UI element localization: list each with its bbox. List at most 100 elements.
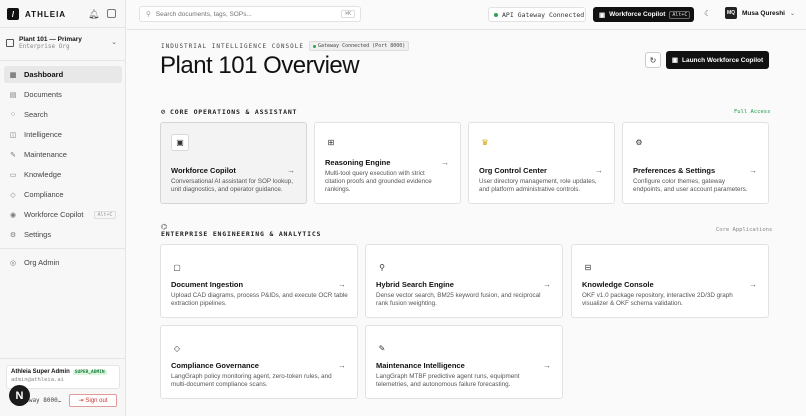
check-circle-icon: ⊘ [161,108,167,116]
refresh-icon: ↻ [649,55,657,65]
access-label: Full Access [734,109,771,115]
sidebar-item-intelligence[interactable]: ◫ Intelligence [4,126,122,143]
apps-label: Core Applications [716,227,773,233]
cpu-icon: ⊞ [327,138,335,147]
org-switcher[interactable]: Plant 101 — Primary Enterprise Org ⌄ [6,33,120,53]
card-compliance-governance[interactable]: ◇ Compliance Governance LangGraph policy… [160,325,358,399]
profile-name: Athleia Super Admin [11,369,70,375]
section-title: ENTERPRISE ENGINEERING & ANALYTICS [161,230,322,238]
sidebar-item-compliance[interactable]: ◇ Compliance [4,186,122,203]
sidebar-org-admin: ◎ Org Admin [4,254,122,274]
search-icon: ⚲ [146,11,151,18]
sidebar-item-search[interactable]: ○ Search [4,106,122,123]
search-icon: ⚲ [379,263,385,272]
sidebar-item-settings[interactable]: ⚙ Settings [4,226,122,243]
athleia-logo-icon: / [7,8,19,20]
chevron-down-icon: ⌄ [111,39,117,46]
kicker-label: INDUSTRIAL INTELLIGENCE CONSOLE [161,42,304,50]
divider [0,248,126,249]
arrow-right-icon: → [543,361,551,370]
refresh-button[interactable]: ↻ [645,52,661,68]
shortcut-badge: Alt+C [669,10,691,19]
user-name: Musa Qureshi [742,9,785,17]
collapse-sidebar-icon[interactable] [107,9,116,18]
card-maintenance-intelligence[interactable]: ✎ Maintenance Intelligence LangGraph MTB… [365,325,563,399]
card-description: Conversational AI assistant for SOP look… [171,178,294,193]
card-description: User directory management, role updates,… [479,178,597,193]
bot-icon: ▣ [599,11,606,19]
card-description: LangGraph policy monitoring agent, zero-… [171,373,332,388]
sidebar-nav: ▦ Dashboard ▤ Documents ○ Search ◫ Intel… [4,66,122,246]
card-reasoning-engine[interactable]: ⊞ Reasoning Engine Multi-tool query exec… [314,122,461,204]
org-admin-icon: ◎ [9,259,17,267]
shortcut-badge: ⌘K [340,10,355,18]
card-description: Upload CAD diagrams, process P&IDs, and … [171,292,348,307]
book-open-icon: ⊟ [584,263,592,272]
avatar[interactable]: N [9,385,30,406]
workforce-copilot-button[interactable]: ▣ Workforce Copilot Alt+C [593,7,694,22]
global-search[interactable]: ⚲ ⌘K [139,6,361,22]
divider [0,27,126,28]
brand[interactable]: / ATHLEIA [7,8,66,20]
document-icon: ▤ [9,91,17,99]
gear-icon: ⚙ [635,138,643,147]
shield-icon: ◇ [10,191,16,199]
sidebar-item-maintenance[interactable]: ✎ Maintenance [4,146,122,163]
card-workforce-copilot[interactable]: ▣ Workforce Copilot Conversational AI as… [160,122,307,204]
card-hybrid-search-engine[interactable]: ⚲ Hybrid Search Engine Dense vector sear… [365,244,563,318]
card-title: Workforce Copilot [171,166,236,175]
card-org-control-center[interactable]: ♛ Org Control Center User directory mana… [468,122,615,204]
card-preferences-settings[interactable]: ⚙ Preferences & Settings Configure color… [622,122,769,204]
page-kicker: INDUSTRIAL INTELLIGENCE CONSOLE Gateway … [161,41,410,51]
page-title: Plant 101 Overview [160,52,360,79]
sidebar-item-label: Documents [24,90,62,99]
sidebar: / ATHLEIA 🔔︎ Plant 101 — Primary Enterpr… [0,0,126,416]
sign-out-button[interactable]: ⇥ Sign out [69,394,117,407]
sidebar-item-workforce-copilot[interactable]: ◉ Workforce Copilot Alt+C [4,206,122,223]
bot-icon: ◉ [9,211,17,219]
arrow-right-icon: → [749,166,757,175]
api-status-badge: API Gateway Connected [488,7,586,22]
arrow-right-icon: → [441,158,449,167]
search-icon: ○ [10,111,16,118]
sign-out-label: Sign out [85,397,108,404]
sidebar-item-label: Org Admin [24,258,60,267]
divider [0,60,126,61]
bot-icon: ▣ [171,134,189,151]
card-description: Dense vector search, BM25 keyword fusion… [376,292,541,307]
sidebar-item-documents[interactable]: ▤ Documents [4,86,122,103]
sidebar-item-org-admin[interactable]: ◎ Org Admin [4,254,122,271]
card-document-ingestion[interactable]: ▢ Document Ingestion Upload CAD diagrams… [160,244,358,318]
arrow-right-icon: → [749,280,757,289]
sign-out-icon: ⇥ [78,398,84,404]
chevron-down-icon: ⌄ [789,10,796,17]
status-dot-icon [312,44,316,48]
divider [0,358,126,359]
sidebar-item-label: Workforce Copilot [24,210,84,219]
theme-toggle-moon-icon[interactable]: ☾ [704,9,711,18]
search-input[interactable] [155,10,326,18]
intelligence-icon: ◫ [9,131,17,139]
wrench-icon: ✎ [378,344,386,353]
upload-file-icon: ▢ [173,263,181,272]
launch-copilot-button[interactable]: ▣ Launch Workforce Copilot [666,51,769,69]
sidebar-item-label: Settings [24,230,52,239]
knowledge-icon: ▭ [9,171,17,179]
sidebar-item-dashboard[interactable]: ▦ Dashboard [4,66,122,83]
card-title: Org Control Center [479,166,547,175]
dashboard-icon: ▦ [9,71,17,79]
card-description: Configure color themes, gateway endpoints… [633,178,748,193]
user-menu[interactable]: MQ Musa Qureshi ⌄ [725,7,795,19]
gateway-badge-label: Gateway Connected (Port 8000) [317,43,406,49]
section-heading-engineering: ENTERPRISE ENGINEERING & ANALYTICS [161,230,321,238]
sidebar-item-label: Dashboard [24,70,64,79]
gateway-badge: Gateway Connected (Port 8000) [308,41,410,51]
status-dot-icon [494,12,498,17]
bell-icon[interactable]: 🔔︎ [88,9,99,20]
sidebar-item-label: Intelligence [24,130,62,139]
api-status-label: API Gateway Connected [502,10,585,19]
sidebar-item-knowledge[interactable]: ▭ Knowledge [4,166,122,183]
sidebar-item-label: Knowledge [24,170,62,179]
arrow-right-icon: → [338,280,346,289]
card-knowledge-console[interactable]: ⊟ Knowledge Console OKF v1.0 package rep… [571,244,769,318]
